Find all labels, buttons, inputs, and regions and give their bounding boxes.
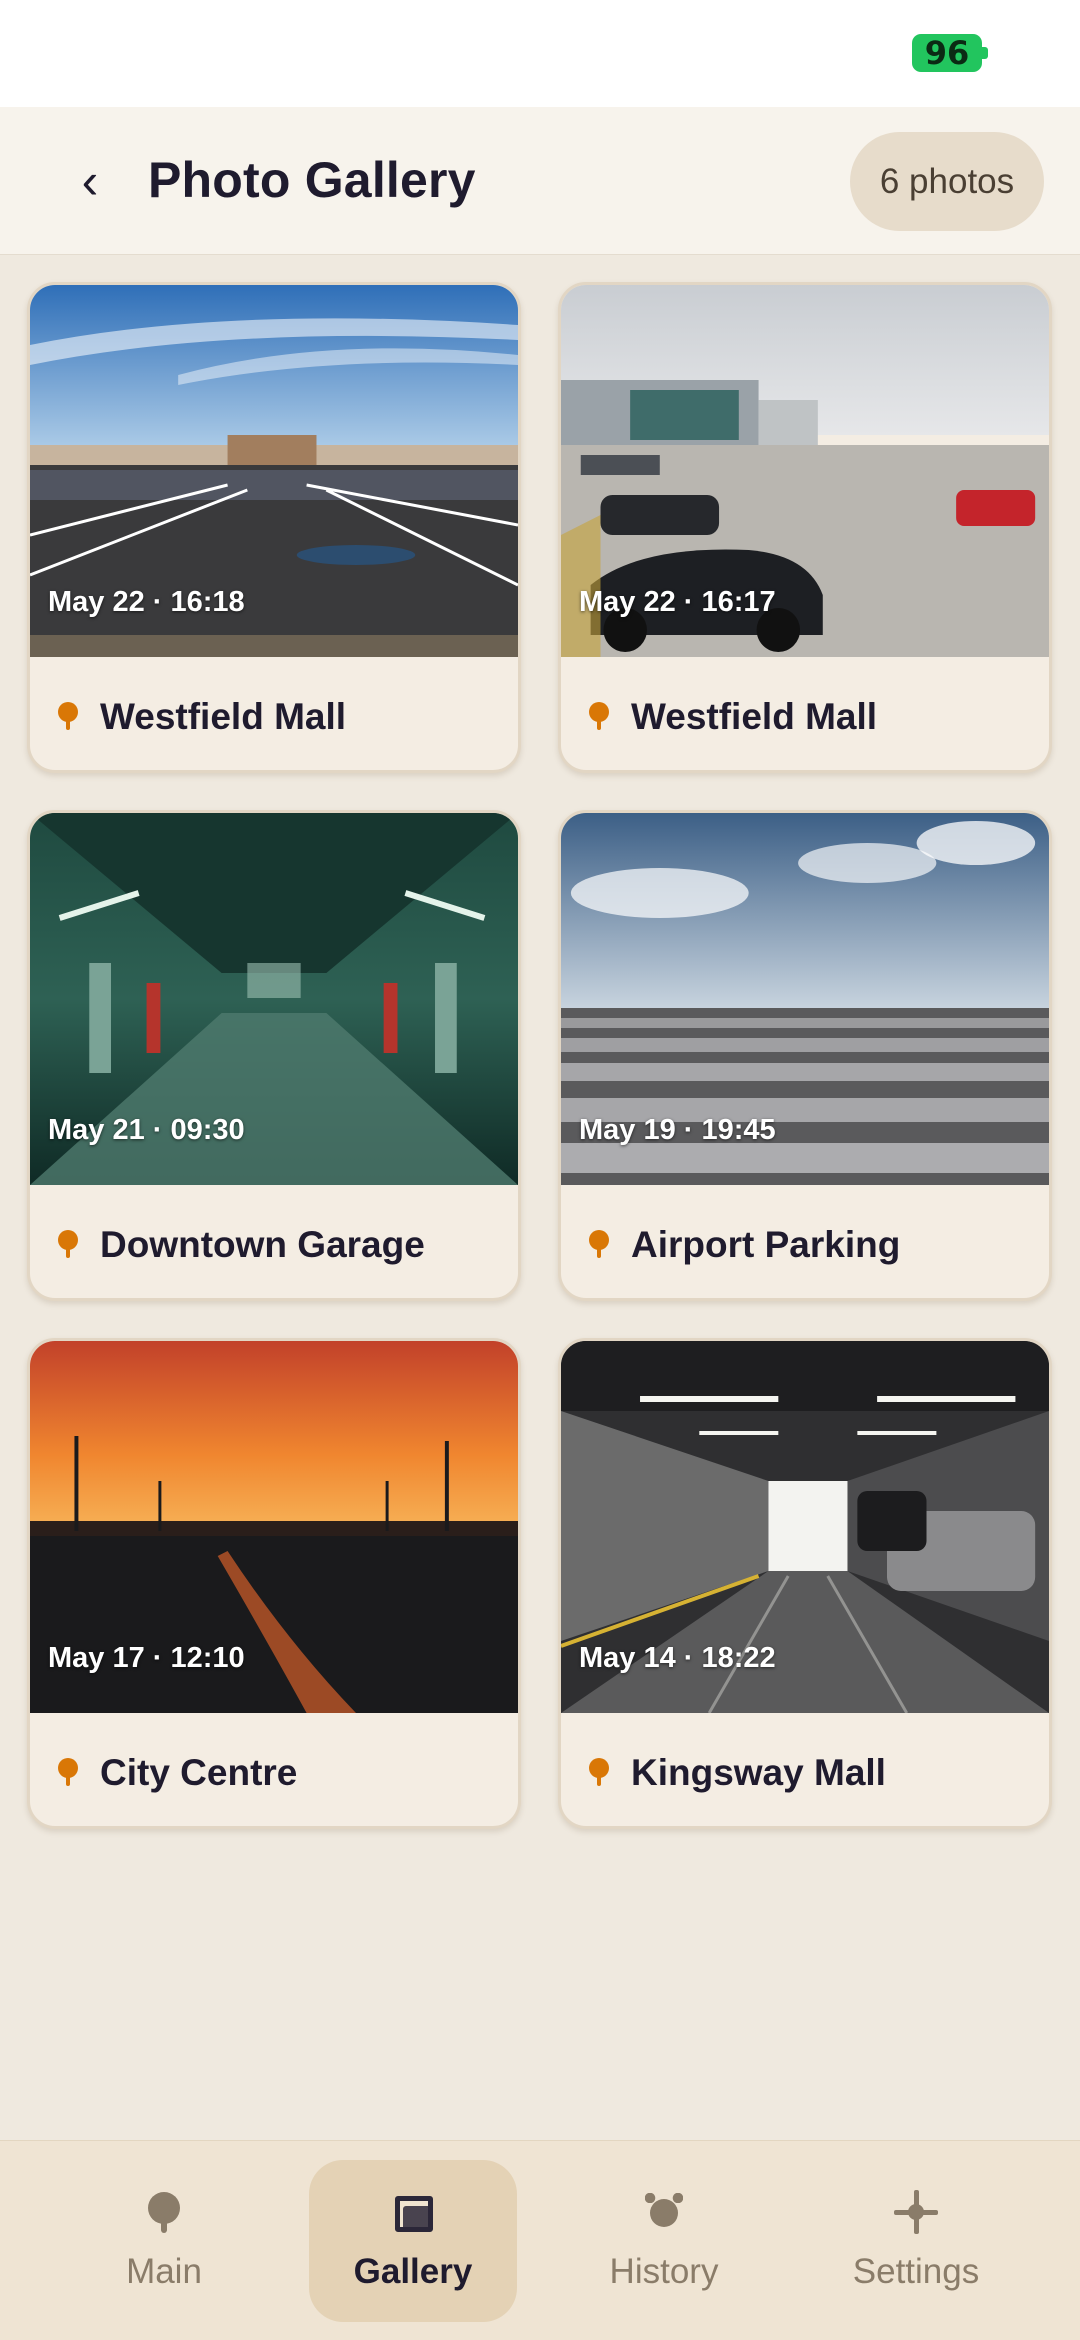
photo-date: May 21 · 09:30 xyxy=(48,1114,245,1146)
place-name: City Centre xyxy=(100,1751,298,1793)
photo-card[interactable]: May 22 · 16:17 Westfield Mall xyxy=(558,282,1052,773)
pin-icon xyxy=(142,2190,186,2234)
card-footer: Westfield Mall xyxy=(30,657,518,770)
pin-icon xyxy=(58,1229,78,1260)
photo-card[interactable]: May 22 · 16:18 Westfield Mall xyxy=(27,282,521,773)
nav-item-main[interactable]: Main xyxy=(60,2160,268,2322)
pin-icon xyxy=(58,1757,78,1788)
card-footer: City Centre xyxy=(30,1713,518,1826)
nav-label: Gallery xyxy=(353,2252,473,2291)
nav-item-gallery[interactable]: Gallery xyxy=(309,2160,517,2322)
place-name: Westfield Mall xyxy=(100,695,347,737)
status-bar: 96 xyxy=(0,0,1080,107)
photo-date: May 19 · 19:45 xyxy=(579,1114,776,1146)
nav-label: Settings xyxy=(852,2252,980,2291)
app-header: ‹ Photo Gallery 6 photos xyxy=(0,107,1080,255)
photo-date: May 14 · 18:22 xyxy=(579,1642,776,1674)
pin-icon xyxy=(58,701,78,732)
place-name: Westfield Mall xyxy=(631,695,878,737)
card-footer: Downtown Garage xyxy=(30,1185,518,1298)
pin-icon xyxy=(589,1757,609,1788)
photo-card[interactable]: May 21 · 09:30 Downtown Garage xyxy=(27,810,521,1301)
pin-icon xyxy=(589,1229,609,1260)
card-footer: Airport Parking xyxy=(561,1185,1049,1298)
place-name: Airport Parking xyxy=(631,1223,901,1265)
photo-thumbnail: May 22 · 16:17 xyxy=(561,285,1049,657)
photo-thumbnail: May 19 · 19:45 xyxy=(561,813,1049,1185)
pin-icon xyxy=(589,701,609,732)
photo-thumbnail: May 22 · 16:18 xyxy=(30,285,518,657)
nav-item-history[interactable]: History xyxy=(560,2160,768,2322)
photo-card[interactable]: May 19 · 19:45 Airport Parking xyxy=(558,810,1052,1301)
photo-date: May 22 · 16:18 xyxy=(48,586,245,618)
nav-label: Main xyxy=(126,2252,202,2291)
photo-card[interactable]: May 14 · 18:22 Kingsway Mall xyxy=(558,1338,1052,1829)
page-title: Photo Gallery xyxy=(148,152,476,208)
photo-grid: May 22 · 16:18 Westfield Mall May 22 · 1… xyxy=(27,282,1053,1829)
card-footer: Westfield Mall xyxy=(561,657,1049,770)
place-name: Downtown Garage xyxy=(100,1223,425,1265)
place-name: Kingsway Mall xyxy=(631,1751,886,1793)
nav-label: History xyxy=(609,2252,719,2291)
photo-count-badge: 6 photos xyxy=(850,132,1044,231)
gallery-icon xyxy=(391,2190,435,2234)
battery-indicator: 96 xyxy=(912,34,988,72)
bottom-nav: Main Gallery History Settings xyxy=(0,2140,1080,2340)
nav-item-settings[interactable]: Settings xyxy=(812,2160,1020,2322)
card-footer: Kingsway Mall xyxy=(561,1713,1049,1826)
photo-thumbnail: May 14 · 18:22 xyxy=(561,1341,1049,1713)
photo-date: May 17 · 12:10 xyxy=(48,1642,245,1674)
photo-date: May 22 · 16:17 xyxy=(579,586,776,618)
photo-thumbnail: May 21 · 09:30 xyxy=(30,813,518,1185)
crosshair-icon xyxy=(894,2190,938,2234)
photo-thumbnail: May 17 · 12:10 xyxy=(30,1341,518,1713)
photo-card[interactable]: May 17 · 12:10 City Centre xyxy=(27,1338,521,1829)
back-button[interactable]: ‹ xyxy=(62,151,118,211)
alarm-clock-icon xyxy=(642,2190,686,2234)
